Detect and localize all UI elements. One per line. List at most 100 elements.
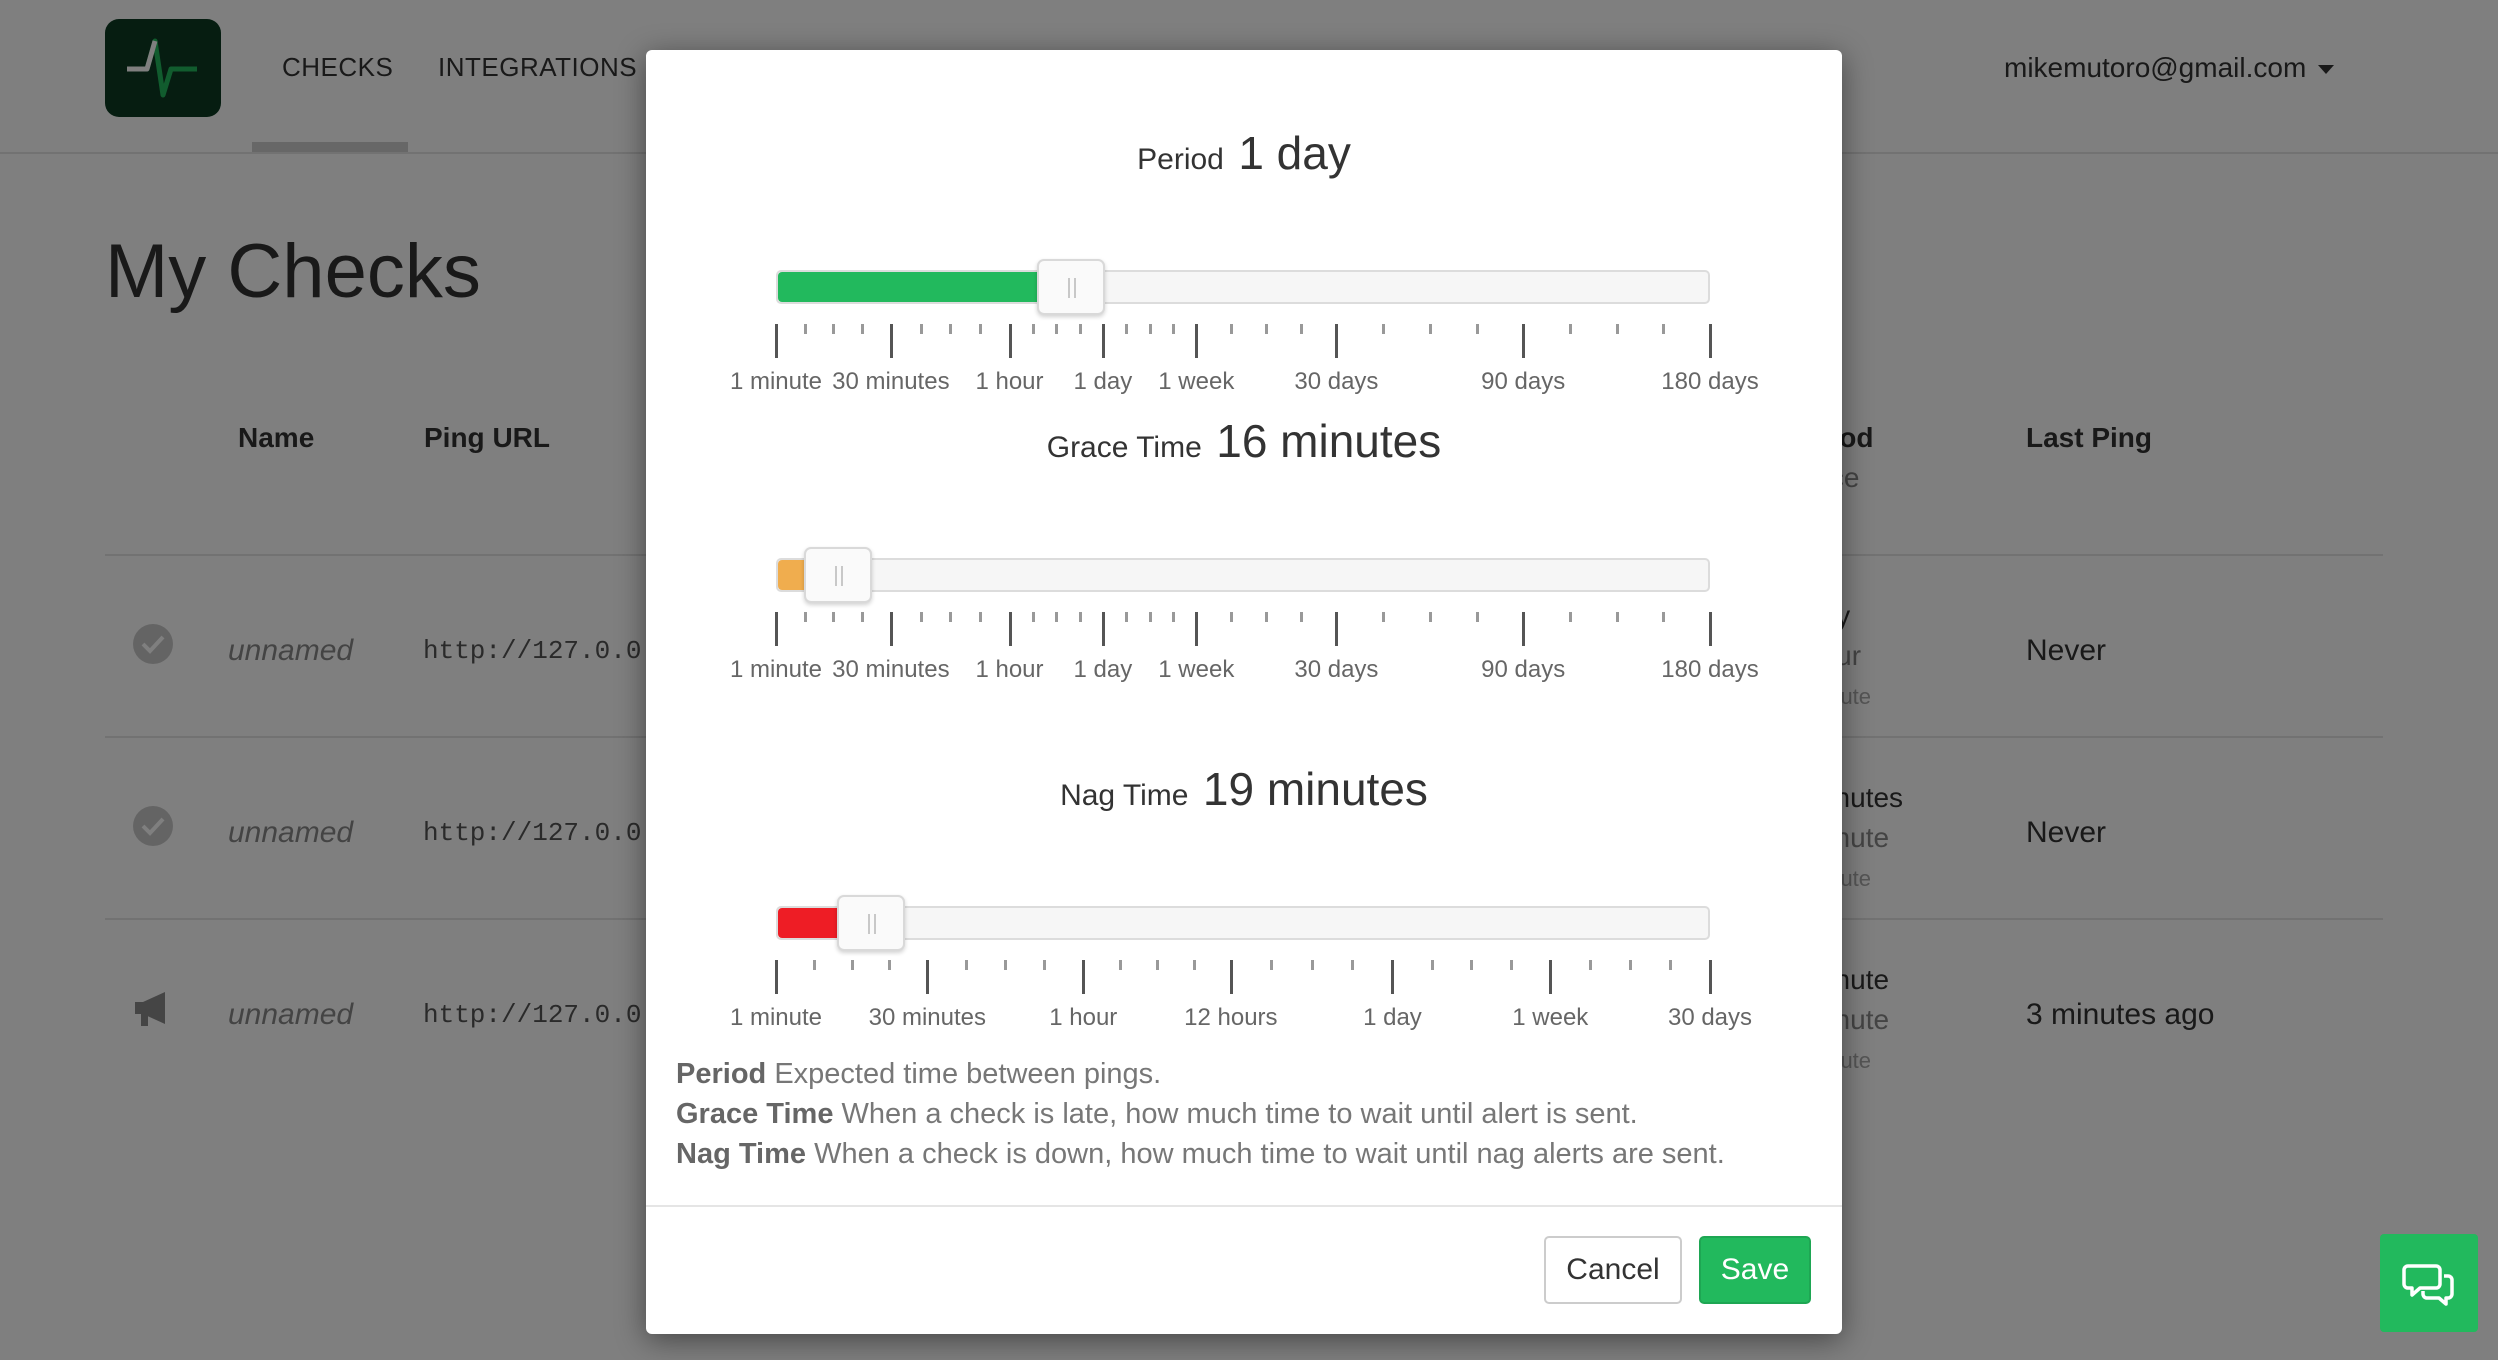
- minor-tick: [1662, 324, 1666, 334]
- tick-label: 12 hours: [1184, 1004, 1278, 1031]
- tick-label: 30 minutes: [868, 1004, 986, 1031]
- tick-label: 90 days: [1481, 656, 1566, 683]
- minor-tick: [1300, 612, 1304, 622]
- minor-tick: [1475, 324, 1479, 334]
- grace-label: Grace Time: [1046, 431, 1202, 464]
- minor-tick: [1428, 324, 1432, 334]
- minor-tick: [1125, 612, 1129, 622]
- minor-tick: [1078, 612, 1082, 622]
- tick-label: 90 days: [1481, 368, 1566, 395]
- minor-tick: [1509, 960, 1513, 970]
- major-tick: [1101, 324, 1105, 358]
- major-tick: [1335, 324, 1339, 358]
- major-tick: [889, 324, 893, 358]
- grace-slider-track[interactable]: [776, 547, 1710, 603]
- minor-tick: [1589, 960, 1593, 970]
- major-tick: [926, 960, 930, 994]
- minor-tick: [978, 324, 982, 334]
- major-tick: [1082, 960, 1086, 994]
- tick-label: 180 days: [1661, 656, 1759, 683]
- grace-slider-ticks: 1 minute 30 minutes 1 hour 1 day 1 week 30 da…: [730, 612, 1759, 683]
- modal-footer-divider: [646, 1205, 1842, 1207]
- grace-value-display: 16 minutes: [1216, 415, 1442, 467]
- update-timeout-modal: Period 1 day 1 minute 30 minutes 1 hour 1 d…: [646, 50, 1842, 1334]
- minor-tick: [1125, 324, 1129, 334]
- minor-tick: [1055, 612, 1059, 622]
- minor-tick: [919, 324, 923, 334]
- cancel-button[interactable]: Cancel: [1544, 1236, 1682, 1304]
- minor-tick: [888, 960, 892, 970]
- minor-tick: [1148, 612, 1152, 622]
- help-description: When a check is down, how much time to w…: [814, 1138, 1725, 1170]
- minor-tick: [1004, 960, 1008, 970]
- minor-tick: [1031, 612, 1035, 622]
- tick-label: 1 day: [1363, 1004, 1422, 1031]
- minor-tick: [1230, 612, 1234, 622]
- major-tick: [1229, 960, 1233, 994]
- minor-tick: [965, 960, 969, 970]
- tick-label: 1 minute: [729, 656, 823, 683]
- help-description: Expected time between pings.: [774, 1058, 1162, 1090]
- tick-label: 1 hour: [1049, 1004, 1118, 1031]
- nag-slider-handle[interactable]: [837, 895, 905, 951]
- chat-widget-button[interactable]: [2380, 1234, 2478, 1332]
- major-tick: [1008, 612, 1012, 646]
- minor-tick: [1615, 324, 1619, 334]
- major-tick: [1549, 960, 1553, 994]
- major-tick: [889, 612, 893, 646]
- minor-tick: [1192, 960, 1196, 970]
- minor-tick: [1171, 612, 1175, 622]
- minor-tick: [919, 612, 923, 622]
- help-text: Period Expected time between pings. Grac…: [676, 1054, 1725, 1174]
- nag-heading: Nag Time 19 minutes: [646, 762, 1842, 816]
- minor-tick: [1055, 324, 1059, 334]
- minor-tick: [1270, 960, 1274, 970]
- minor-tick: [1475, 612, 1479, 622]
- tick-label: 1 day: [1073, 656, 1133, 683]
- tick-label: 180 days: [1661, 368, 1759, 395]
- major-tick: [1709, 612, 1712, 646]
- grace-heading: Grace Time 16 minutes: [646, 414, 1842, 468]
- minor-tick: [1662, 612, 1666, 622]
- tick-label: 30 minutes: [832, 368, 950, 395]
- help-grace: Grace Time When a check is late, how muc…: [676, 1094, 1725, 1134]
- nag-slider-track[interactable]: [776, 895, 1710, 951]
- tick-label: 1 hour: [975, 656, 1044, 683]
- major-tick: [1335, 612, 1339, 646]
- period-value-display: 1 day: [1238, 127, 1351, 179]
- minor-tick: [1078, 324, 1082, 334]
- major-tick: [1195, 612, 1199, 646]
- minor-tick: [861, 324, 865, 334]
- tick-label: 30 days: [1667, 1004, 1753, 1031]
- minor-tick: [1230, 324, 1234, 334]
- tick-label: 1 week: [1158, 656, 1235, 683]
- minor-tick: [850, 960, 854, 970]
- minor-tick: [1310, 960, 1314, 970]
- period-slider-track[interactable]: [776, 259, 1710, 315]
- tick-label: 1 minute: [729, 1004, 823, 1031]
- help-term: Period: [676, 1058, 767, 1090]
- help-term: Nag Time: [676, 1138, 807, 1170]
- save-button[interactable]: Save: [1699, 1236, 1811, 1304]
- minor-tick: [1351, 960, 1355, 970]
- minor-tick: [1615, 612, 1619, 622]
- minor-tick: [1382, 612, 1386, 622]
- help-description: When a check is late, how much time to w…: [841, 1098, 1638, 1130]
- tick-label: 1 week: [1512, 1004, 1589, 1031]
- period-slider-ticks: 1 minute 30 minutes 1 hour 1 day 1 week 30 da…: [730, 324, 1759, 395]
- minor-tick: [1171, 324, 1175, 334]
- major-tick: [775, 612, 778, 646]
- tick-label: 1 minute: [729, 368, 823, 395]
- minor-tick: [1148, 324, 1152, 334]
- nag-label: Nag Time: [1060, 779, 1189, 812]
- help-period: Period Expected time between pings.: [676, 1054, 1725, 1094]
- minor-tick: [832, 612, 836, 622]
- major-tick: [1522, 612, 1526, 646]
- nag-value-display: 19 minutes: [1202, 763, 1428, 815]
- minor-tick: [1470, 960, 1474, 970]
- minor-tick: [1300, 324, 1304, 334]
- grace-slider-handle[interactable]: [804, 547, 873, 603]
- period-slider-handle[interactable]: [1036, 259, 1105, 315]
- major-tick: [1391, 960, 1395, 994]
- tick-label: 1 week: [1158, 368, 1235, 395]
